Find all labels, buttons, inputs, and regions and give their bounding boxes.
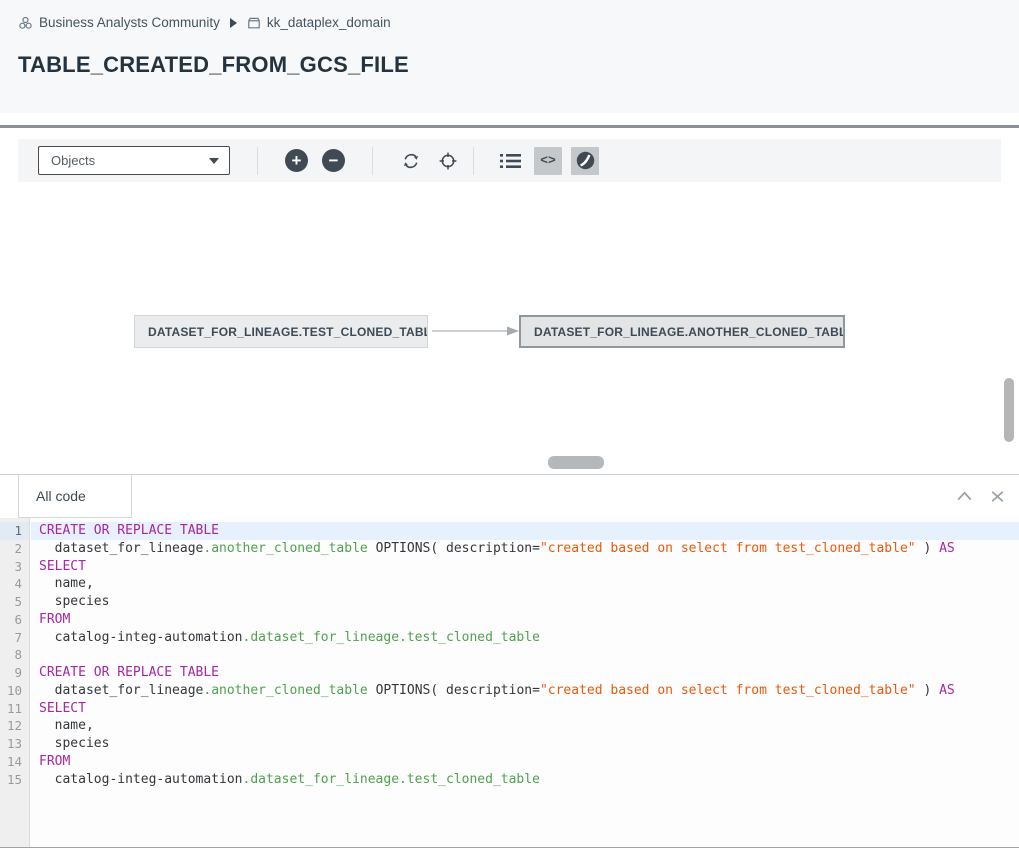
chevron-right-icon — [230, 18, 237, 28]
code-line: species — [31, 735, 1019, 753]
code-panel: All code 123456789101112131415 CREATE OR… — [0, 474, 1019, 848]
code-brackets-icon: <> — [540, 153, 556, 168]
line-number: 10 — [0, 682, 29, 700]
code-line: catalog-integ-automation.dataset_for_lin… — [31, 629, 1019, 647]
line-number: 6 — [0, 611, 29, 629]
lineage-edge-arrow — [430, 322, 522, 340]
header-divider — [0, 125, 1019, 128]
code-line: species — [31, 593, 1019, 611]
vertical-scrollbar-thumb[interactable] — [1004, 378, 1014, 442]
line-number: 9 — [0, 664, 29, 682]
lineage-node-test-cloned-table[interactable]: DATASET_FOR_LINEAGE.TEST_CLONED_TABLE — [134, 315, 428, 348]
pen-circle-icon — [575, 150, 596, 171]
line-number: 2 — [0, 540, 29, 558]
zoom-in-button[interactable]: + — [285, 149, 308, 172]
code-line: SELECT — [31, 558, 1019, 576]
objects-view-select-value: Objects — [51, 153, 95, 168]
code-line: SELECT — [31, 700, 1019, 718]
page-title: TABLE_CREATED_FROM_GCS_FILE — [18, 52, 409, 78]
tab-all-code-label: All code — [36, 488, 86, 504]
fit-to-screen-button[interactable] — [437, 150, 459, 172]
line-number: 3 — [0, 558, 29, 576]
line-number: 4 — [0, 575, 29, 593]
code-line: dataset_for_lineage.another_cloned_table… — [31, 540, 1019, 558]
collapse-up-icon[interactable] — [955, 487, 974, 506]
code-panel-tabbar: All code — [0, 475, 1019, 518]
chevron-down-icon — [209, 158, 219, 164]
lineage-page: Business Analysts Community kk_dataplex_… — [0, 0, 1019, 848]
code-line: FROM — [31, 753, 1019, 771]
sql-code-editor[interactable]: 123456789101112131415 CREATE OR REPLACE … — [0, 518, 1019, 848]
toolbar-separator — [372, 147, 373, 175]
node-label: DATASET_FOR_LINEAGE.ANOTHER_CLONED_TABLE — [534, 325, 845, 339]
breadcrumb-domain-link[interactable]: kk_dataplex_domain — [247, 15, 391, 30]
lineage-canvas[interactable]: DATASET_FOR_LINEAGE.TEST_CLONED_TABLE DA… — [0, 182, 1019, 456]
code-line: CREATE OR REPLACE TABLE — [31, 664, 1019, 682]
list-icon — [500, 152, 521, 170]
code-line: name, — [31, 717, 1019, 735]
list-view-button[interactable] — [499, 150, 521, 172]
refresh-icon — [401, 151, 421, 171]
breadcrumb: Business Analysts Community kk_dataplex_… — [18, 15, 391, 30]
close-icon[interactable] — [988, 487, 1007, 506]
line-number: 15 — [0, 771, 29, 789]
pen-trace-button[interactable] — [571, 147, 599, 175]
line-number: 1 — [0, 522, 29, 540]
code-view-button[interactable]: <> — [534, 147, 562, 175]
code-gutter: 123456789101112131415 — [0, 518, 30, 847]
breadcrumb-community-label: Business Analysts Community — [39, 15, 220, 30]
line-number: 12 — [0, 717, 29, 735]
code-line: catalog-integ-automation.dataset_for_lin… — [31, 771, 1019, 789]
page-header: Business Analysts Community kk_dataplex_… — [0, 0, 1019, 113]
code-line: CREATE OR REPLACE TABLE — [31, 522, 1019, 540]
toolbar-separator — [473, 147, 474, 175]
objects-view-select[interactable]: Objects — [38, 146, 230, 175]
line-number: 7 — [0, 629, 29, 647]
domain-box-icon — [247, 16, 261, 30]
refresh-button[interactable] — [400, 150, 422, 172]
panel-resize-handle[interactable] — [548, 456, 604, 469]
toolbar-separator — [257, 147, 258, 175]
node-label: DATASET_FOR_LINEAGE.TEST_CLONED_TABLE — [148, 325, 428, 339]
breadcrumb-community-link[interactable]: Business Analysts Community — [18, 15, 220, 30]
tab-all-code[interactable]: All code — [18, 475, 132, 518]
code-line: dataset_for_lineage.another_cloned_table… — [31, 682, 1019, 700]
line-number: 14 — [0, 753, 29, 771]
lineage-node-another-cloned-table[interactable]: DATASET_FOR_LINEAGE.ANOTHER_CLONED_TABLE — [519, 315, 845, 348]
breadcrumb-domain-label: kk_dataplex_domain — [267, 15, 391, 30]
line-number: 8 — [0, 646, 29, 664]
line-number: 13 — [0, 735, 29, 753]
line-number: 11 — [0, 700, 29, 718]
zoom-out-button[interactable]: − — [322, 149, 345, 172]
crosshair-icon — [438, 151, 458, 171]
code-line: name, — [31, 575, 1019, 593]
code-panel-actions — [955, 487, 1007, 506]
diagram-toolbar: Objects + − — [18, 139, 1001, 182]
community-icon — [18, 16, 33, 30]
code-line: FROM — [31, 611, 1019, 629]
code-lines: CREATE OR REPLACE TABLE dataset_for_line… — [31, 518, 1019, 788]
code-line — [31, 646, 1019, 664]
line-number: 5 — [0, 593, 29, 611]
